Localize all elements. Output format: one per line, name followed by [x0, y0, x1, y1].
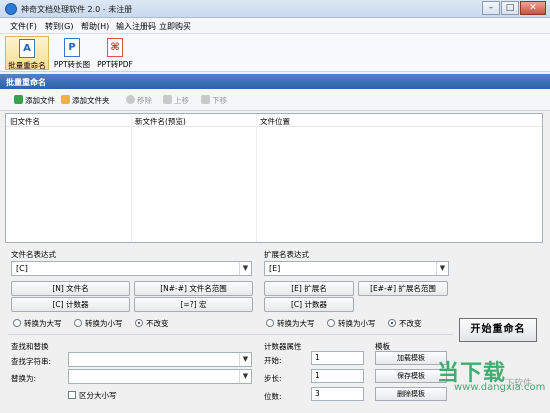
rename-doc-icon: A: [19, 39, 35, 58]
insert-extension-button[interactable]: [E] 扩展名: [264, 281, 354, 296]
checkbox-box: [68, 391, 76, 399]
column-new-name[interactable]: 新文件名(预览): [135, 116, 186, 127]
chevron-down-icon: ▼: [239, 370, 251, 383]
add-folder-icon: [61, 95, 70, 104]
app-logo-icon: [5, 3, 17, 15]
filename-nochange-radio[interactable]: 不改变: [135, 318, 169, 329]
find-string-label: 查找字符串:: [11, 357, 52, 366]
chevron-down-icon: ▼: [239, 353, 251, 366]
insert-extension-range-button[interactable]: [E#-#] 扩展名范围: [358, 281, 448, 296]
filename-expr-label: 文件名表达式: [11, 250, 56, 259]
radio-circle: [13, 319, 21, 327]
tool-ppt-to-image[interactable]: P PPT转长图: [52, 36, 92, 70]
radio-circle: [266, 319, 274, 327]
insert-filename-range-button[interactable]: [N#-#] 文件名范围: [134, 281, 253, 296]
divider: [8, 334, 453, 335]
radio-circle-checked: [135, 319, 143, 327]
remove-icon: [126, 95, 135, 104]
watermark-url: www.dangxia.com: [454, 382, 546, 393]
filename-lowercase-radio[interactable]: 转换为小写: [74, 318, 123, 329]
menu-goto[interactable]: 转到(G): [45, 21, 73, 32]
radio-circle: [327, 319, 335, 327]
remove-button[interactable]: 移除: [126, 95, 152, 106]
filename-expr-combo[interactable]: [C] ▼: [11, 261, 252, 276]
chevron-down-icon: ▼: [239, 262, 251, 275]
minimize-button[interactable]: –: [482, 1, 500, 15]
insert-macro-button[interactable]: [=?] 宏: [134, 297, 253, 312]
start-rename-button[interactable]: 开始重命名: [459, 318, 537, 342]
ext-expr-combo[interactable]: [E] ▼: [264, 261, 449, 276]
counter-start-label: 开始:: [264, 356, 282, 365]
add-file-icon: [14, 95, 23, 104]
insert-ext-counter-button[interactable]: [C] 计数器: [264, 297, 354, 312]
move-down-button[interactable]: 下移: [201, 95, 227, 106]
ext-nochange-radio[interactable]: 不改变: [388, 318, 422, 329]
add-folder-button[interactable]: 添加文件夹: [61, 95, 110, 106]
counter-title: 计数器属性: [264, 342, 302, 351]
counter-step-label: 步长:: [264, 374, 282, 383]
arrow-down-icon: [201, 95, 210, 104]
menu-enter-code[interactable]: 输入注册码: [116, 21, 156, 32]
radio-circle: [74, 319, 82, 327]
section-header: 批量重命名: [0, 74, 550, 89]
counter-digits-input[interactable]: 3: [311, 387, 364, 401]
insert-counter-button[interactable]: [C] 计数器: [11, 297, 130, 312]
delete-template-button[interactable]: 删除模板: [375, 387, 447, 401]
tool-ppt-to-pdf[interactable]: ⌘ PPT转PDF: [95, 36, 135, 70]
replace-with-label: 替换为:: [11, 374, 37, 383]
ppt-doc-icon: P: [64, 38, 80, 57]
case-sensitive-checkbox[interactable]: 区分大小写: [68, 390, 117, 401]
move-up-button[interactable]: 上移: [163, 95, 189, 106]
file-list[interactable]: [5, 113, 543, 243]
radio-circle-checked: [388, 319, 396, 327]
menu-help[interactable]: 帮助(H): [81, 21, 109, 32]
menu-file[interactable]: 文件(F): [10, 21, 37, 32]
ext-uppercase-radio[interactable]: 转换为大写: [266, 318, 315, 329]
pdf-doc-icon: ⌘: [107, 38, 123, 57]
find-string-combo[interactable]: ▼: [68, 352, 252, 367]
find-replace-title: 查找和替换: [11, 342, 49, 351]
counter-step-input[interactable]: 1: [311, 369, 364, 383]
tool-batch-rename[interactable]: A 批量重命名: [5, 36, 49, 70]
column-old-name[interactable]: 旧文件名: [10, 116, 40, 127]
chevron-down-icon: ▼: [436, 262, 448, 275]
column-divider: [256, 114, 257, 242]
column-location[interactable]: 文件位置: [260, 116, 290, 127]
column-divider: [131, 114, 132, 242]
menu-buy-now[interactable]: 立即购买: [159, 21, 191, 32]
insert-filename-button[interactable]: [N] 文件名: [11, 281, 130, 296]
arrow-up-icon: [163, 95, 172, 104]
counter-start-input[interactable]: 1: [311, 351, 364, 365]
replace-with-combo[interactable]: ▼: [68, 369, 252, 384]
maximize-button[interactable]: □: [501, 1, 519, 15]
ext-expr-label: 扩展名表达式: [264, 250, 309, 259]
close-button[interactable]: ✕: [520, 1, 546, 15]
window-title: 神奇文档处理软件 2.0 - 未注册: [21, 5, 133, 14]
add-file-button[interactable]: 添加文件: [14, 95, 55, 106]
ext-lowercase-radio[interactable]: 转换为小写: [327, 318, 376, 329]
filename-uppercase-radio[interactable]: 转换为大写: [13, 318, 62, 329]
counter-digits-label: 位数:: [264, 392, 282, 401]
